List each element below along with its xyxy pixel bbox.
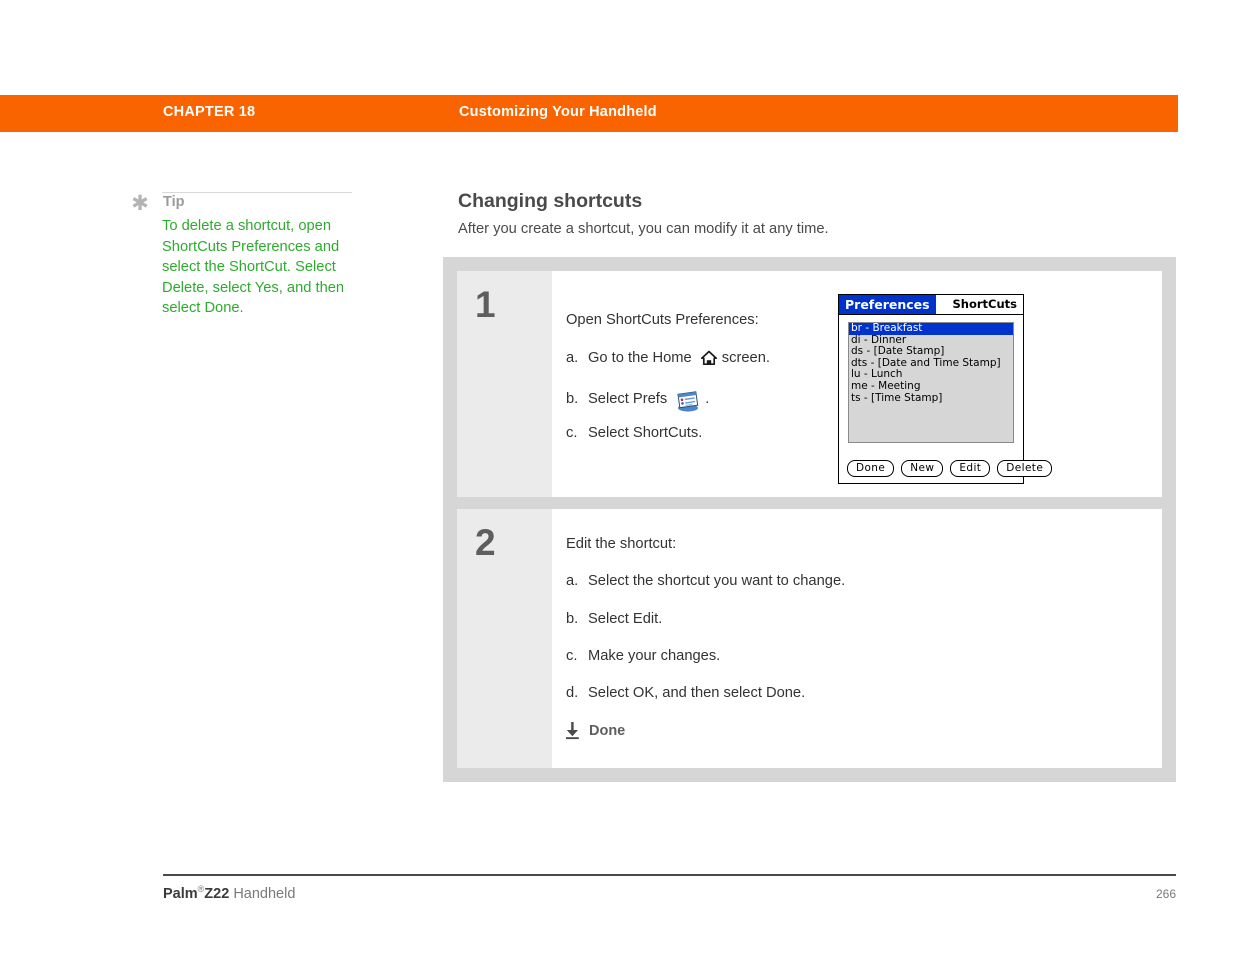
substep-text: Select OK, and then select Done. — [588, 685, 806, 701]
step-substep: a. Go to the Home screen. — [566, 350, 770, 366]
step-1: 1 Open ShortCuts Preferences: a. Go to th… — [457, 271, 1162, 497]
chapter-title: Customizing Your Handheld — [459, 104, 657, 120]
prefs-icon — [674, 391, 702, 413]
chapter-banner: CHAPTER 18 Customizing Your Handheld — [0, 95, 1178, 132]
asterisk-icon: ✱ — [131, 192, 149, 215]
step-substep: b. Select Edit. — [566, 611, 662, 627]
palm-delete-button[interactable]: Delete — [997, 460, 1053, 477]
chapter-label: CHAPTER 18 — [163, 104, 256, 120]
list-item[interactable]: br - Breakfast — [849, 323, 1013, 335]
step-substep: d. Select OK, and then select Done. — [566, 685, 805, 701]
palm-shortcut-list[interactable]: br - Breakfast di - Dinner ds - [Date St… — [848, 322, 1014, 443]
substep-letter: d. — [566, 685, 579, 701]
done-marker: Done — [564, 721, 625, 740]
substep-letter: b. — [566, 611, 579, 627]
substep-letter: c. — [566, 425, 578, 441]
substep-letter: a. — [566, 573, 579, 589]
substep-text-tail: screen. — [721, 350, 770, 366]
footer-model: Z22 — [204, 885, 230, 902]
step-number: 1 — [475, 284, 496, 325]
page-title: Changing shortcuts — [458, 190, 643, 212]
substep-letter: b. — [566, 390, 579, 407]
substep-text: Select Prefs — [588, 390, 668, 407]
substep-text: Select Edit. — [588, 611, 663, 627]
substep-letter: a. — [566, 350, 579, 366]
substep-text-tail: . — [705, 390, 710, 407]
palm-titlebar: Preferences ShortCuts — [839, 295, 1023, 315]
section-intro: After you create a shortcut, you can mod… — [458, 221, 829, 237]
step-body: Open ShortCuts Preferences: a. Go to the … — [552, 271, 1162, 497]
palm-button-bar: Done New Edit Delete — [847, 460, 1053, 477]
step-substep: c. Make your changes. — [566, 648, 720, 664]
list-item[interactable]: me - Meeting — [849, 380, 1013, 393]
home-icon — [700, 350, 718, 366]
step-substep: b. Select Prefs . — [566, 388, 710, 413]
step-lead: Open ShortCuts Preferences: — [566, 312, 759, 328]
palm-device-screenshot: Preferences ShortCuts br - Breakfast di … — [838, 294, 1053, 484]
steps-frame: 1 Open ShortCuts Preferences: a. Go to th… — [443, 257, 1176, 782]
step-2: 2 Edit the shortcut: a. Select the shortc… — [457, 509, 1162, 768]
down-arrow-done-icon — [564, 721, 581, 740]
list-item[interactable]: ts - [Time Stamp] — [849, 392, 1013, 405]
footer-brand: Palm — [163, 885, 198, 902]
step-number-column: 2 — [457, 509, 552, 768]
done-label: Done — [589, 722, 626, 739]
tip-divider — [162, 192, 352, 193]
palm-edit-button[interactable]: Edit — [950, 460, 991, 477]
step-body: Edit the shortcut: a. Select the shortcut… — [552, 509, 1162, 768]
substep-text: Select the shortcut you want to change. — [588, 573, 846, 589]
step-number-column: 1 — [457, 271, 552, 497]
substep-text: Go to the Home — [588, 350, 692, 366]
footer-product-suffix: Handheld — [229, 885, 296, 902]
substep-text: Select ShortCuts. — [588, 425, 703, 441]
substep-text: Make your changes. — [588, 648, 721, 664]
step-substep: c. Select ShortCuts. — [566, 425, 702, 441]
step-substep: a. Select the shortcut you want to change… — [566, 573, 845, 589]
page-number: 266 — [1156, 887, 1177, 901]
palm-new-button[interactable]: New — [901, 460, 944, 477]
footer-product: Palm®Z22 Handheld — [163, 884, 295, 902]
substep-letter: c. — [566, 648, 578, 664]
step-lead: Edit the shortcut: — [566, 536, 677, 552]
tip-label: Tip — [163, 194, 185, 210]
palm-title-category: ShortCuts — [952, 297, 1017, 311]
footer-divider — [163, 874, 1176, 876]
tip-text: To delete a shortcut, open ShortCuts Pre… — [162, 218, 345, 316]
palm-done-button[interactable]: Done — [847, 460, 895, 477]
step-number: 2 — [475, 522, 496, 563]
palm-title-tab: Preferences — [839, 295, 936, 314]
